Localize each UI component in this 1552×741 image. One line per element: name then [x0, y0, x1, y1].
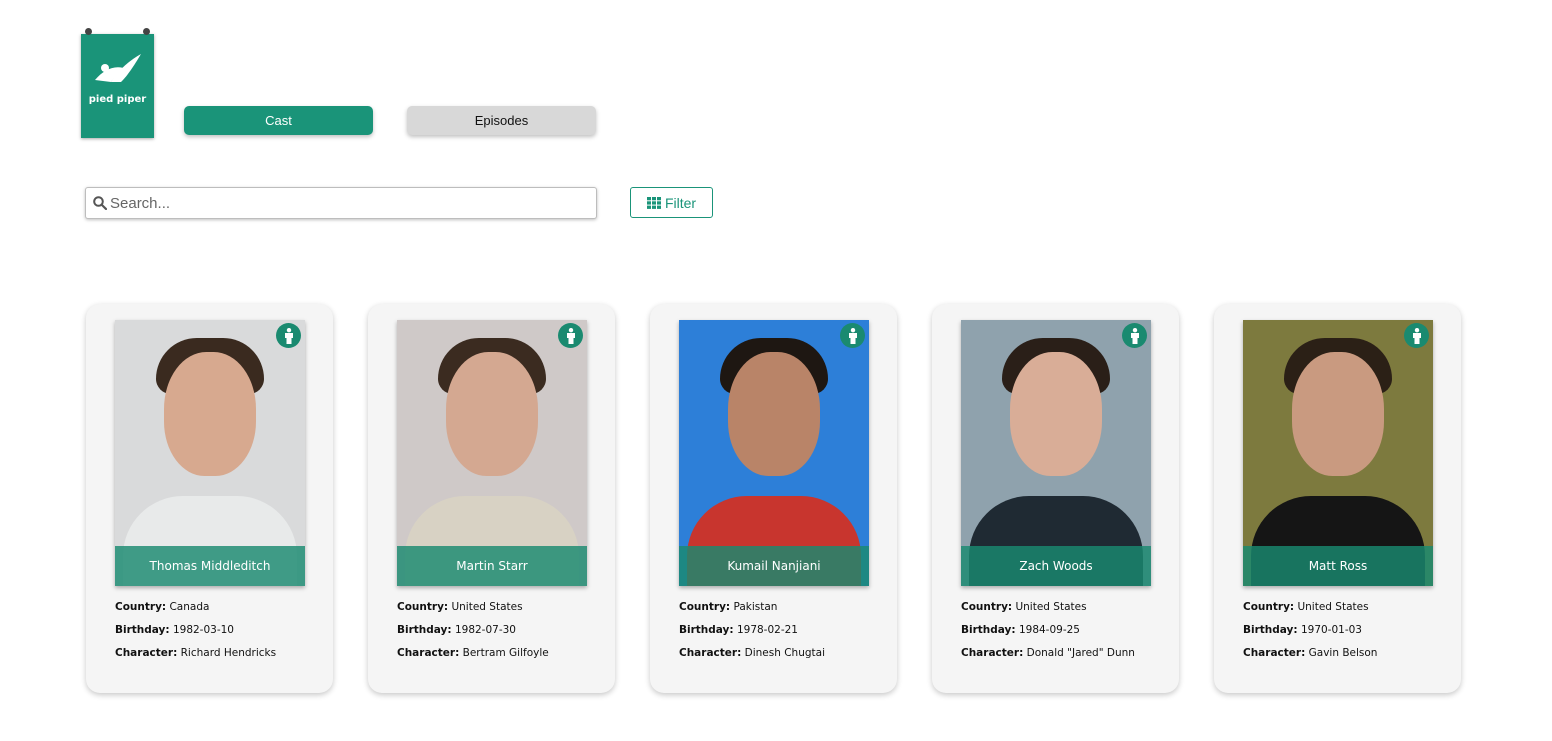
birthday-label: Birthday: [961, 624, 1016, 636]
country-label: Country: [961, 601, 1013, 613]
male-icon [840, 323, 865, 348]
country-value: Canada [169, 601, 210, 613]
cast-card[interactable]: Matt Ross Country: United States Birthda… [1214, 304, 1461, 693]
country-value: United States [1015, 601, 1087, 613]
male-icon [276, 323, 301, 348]
search-box [85, 187, 597, 219]
male-icon [1404, 323, 1429, 348]
cast-info: Country: Canada Birthday: 1982-03-10 Cha… [115, 600, 323, 669]
birthday-value: 1978-02-21 [736, 624, 798, 636]
cast-name: Matt Ross [1243, 546, 1433, 586]
cast-card[interactable]: Kumail Nanjiani Country: Pakistan Birthd… [650, 304, 897, 693]
character-label: Character: [679, 647, 742, 659]
male-icon [1122, 323, 1147, 348]
birthday-label: Birthday: [115, 624, 170, 636]
cast-photo: Zach Woods [961, 320, 1151, 586]
filter-button[interactable]: Filter [630, 187, 713, 218]
birthday-label: Birthday: [397, 624, 452, 636]
tab-cast[interactable]: Cast [184, 106, 373, 135]
filter-label: Filter [664, 194, 697, 211]
birthday-value: 1982-03-10 [172, 624, 234, 636]
cast-info: Country: United States Birthday: 1984-09… [961, 600, 1169, 669]
cast-info: Country: Pakistan Birthday: 1978-02-21 C… [679, 600, 887, 669]
cast-info: Country: United States Birthday: 1982-07… [397, 600, 605, 669]
cast-photo: Kumail Nanjiani [679, 320, 869, 586]
character-label: Character: [397, 647, 460, 659]
character-value: Richard Hendricks [180, 647, 277, 659]
country-label: Country: [1243, 601, 1295, 613]
cast-card[interactable]: Martin Starr Country: United States Birt… [368, 304, 615, 693]
cast-card[interactable]: Thomas Middleditch Country: Canada Birth… [86, 304, 333, 693]
character-label: Character: [115, 647, 178, 659]
birthday-label: Birthday: [1243, 624, 1298, 636]
country-value: Pakistan [733, 601, 778, 613]
search-input[interactable] [110, 188, 590, 218]
character-label: Character: [1243, 647, 1306, 659]
cast-photo: Thomas Middleditch [115, 320, 305, 586]
pied-piper-logo: pied piper [81, 28, 154, 138]
character-value: Donald "Jared" Dunn [1026, 647, 1135, 659]
pied-piper-bird-icon [95, 54, 141, 82]
character-label: Character: [961, 647, 1024, 659]
male-icon [558, 323, 583, 348]
country-label: Country: [115, 601, 167, 613]
pin-icon [85, 28, 92, 35]
cast-name: Kumail Nanjiani [679, 546, 869, 586]
character-value: Bertram Gilfoyle [462, 647, 549, 659]
grid-icon [646, 196, 661, 209]
country-label: Country: [397, 601, 449, 613]
country-value: United States [451, 601, 523, 613]
pin-icon [143, 28, 150, 35]
cast-info: Country: United States Birthday: 1970-01… [1243, 600, 1451, 669]
cast-name: Zach Woods [961, 546, 1151, 586]
tab-episodes[interactable]: Episodes [407, 106, 596, 135]
logo-text: pied piper [88, 94, 147, 105]
birthday-value: 1970-01-03 [1300, 624, 1362, 636]
cast-name: Martin Starr [397, 546, 587, 586]
cast-card[interactable]: Zach Woods Country: United States Birthd… [932, 304, 1179, 693]
character-value: Gavin Belson [1308, 647, 1378, 659]
country-label: Country: [679, 601, 731, 613]
cast-name: Thomas Middleditch [115, 546, 305, 586]
character-value: Dinesh Chugtai [744, 647, 825, 659]
birthday-value: 1982-07-30 [454, 624, 516, 636]
birthday-value: 1984-09-25 [1018, 624, 1080, 636]
cast-photo: Matt Ross [1243, 320, 1433, 586]
search-icon [93, 196, 107, 210]
cast-photo: Martin Starr [397, 320, 587, 586]
birthday-label: Birthday: [679, 624, 734, 636]
country-value: United States [1297, 601, 1369, 613]
